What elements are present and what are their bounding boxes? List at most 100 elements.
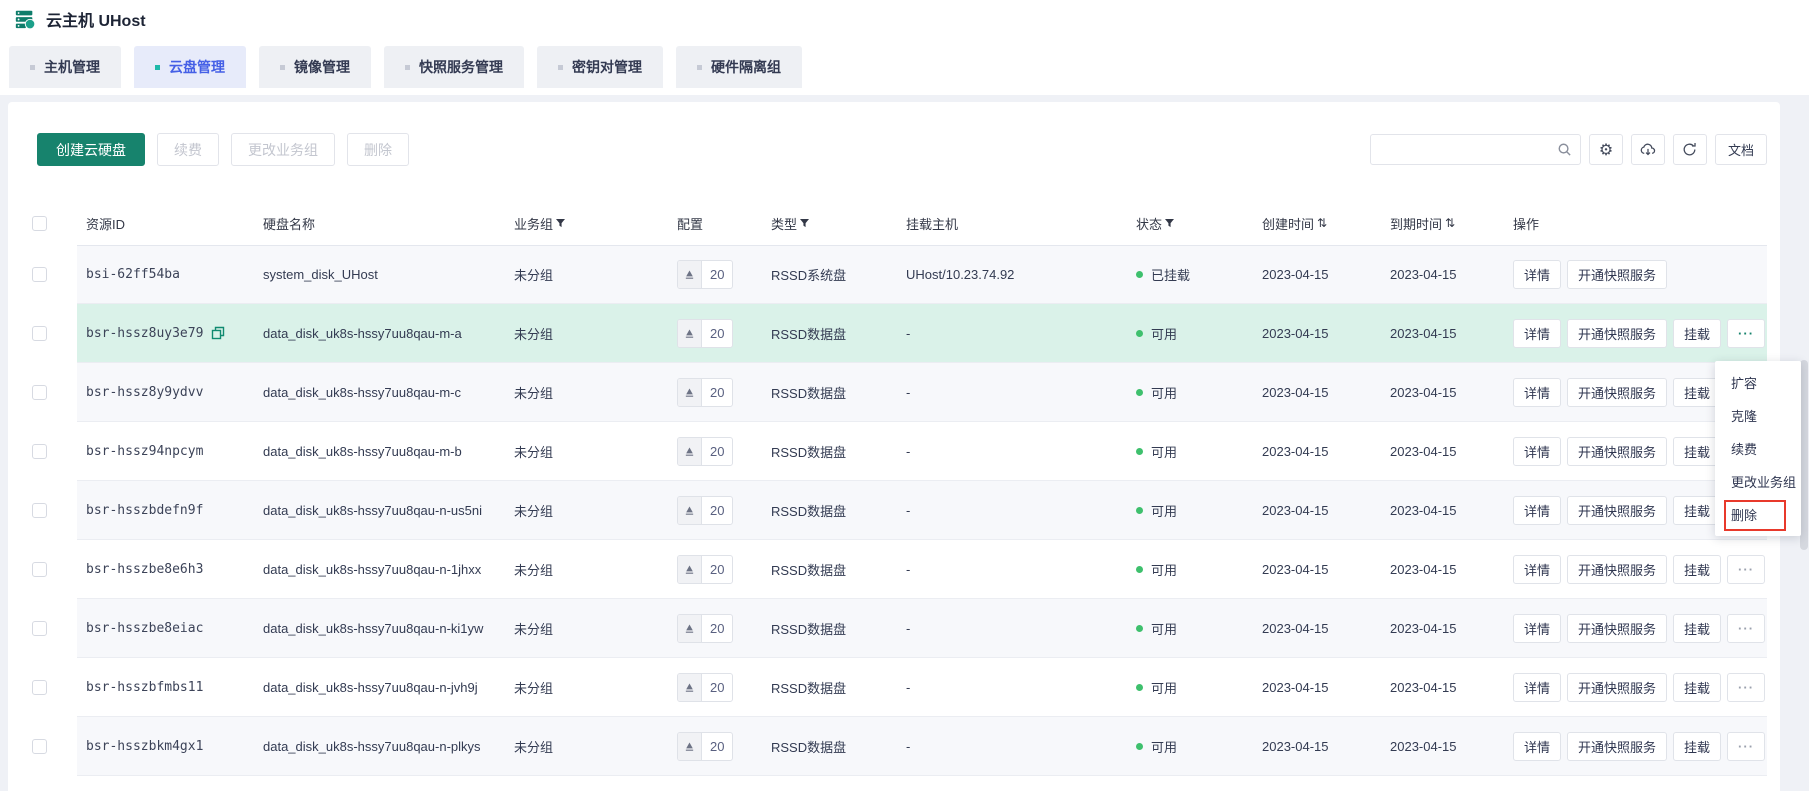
row-action-button[interactable]: 详情 (1513, 378, 1561, 407)
row-action-button[interactable]: 详情 (1513, 732, 1561, 761)
cloud-download-icon (1639, 141, 1657, 159)
row-checkbox[interactable] (32, 562, 47, 577)
row-action-button[interactable]: 详情 (1513, 614, 1561, 643)
tab-快照服务管理[interactable]: 快照服务管理 (384, 46, 524, 88)
delete-button[interactable]: 删除 (347, 133, 409, 166)
vertical-scrollbar-thumb[interactable] (1800, 360, 1808, 550)
filter-funnel-icon[interactable] (800, 219, 809, 228)
filter-funnel-icon[interactable] (556, 219, 565, 228)
change-business-group-button[interactable]: 更改业务组 (231, 133, 335, 166)
create-disk-button[interactable]: 创建云硬盘 (37, 133, 145, 166)
disk-type-cell: RSSD数据盘 (771, 560, 906, 579)
row-action-button[interactable]: 详情 (1513, 496, 1561, 525)
context-menu-item[interactable]: 更改业务组 (1715, 465, 1801, 498)
row-action-button[interactable]: 开通快照服务 (1567, 378, 1667, 407)
row-action-button[interactable]: 开通快照服务 (1567, 614, 1667, 643)
select-all-checkbox[interactable] (32, 216, 47, 231)
context-menu-item[interactable]: 克隆 (1715, 399, 1801, 432)
settings-button[interactable]: ⚙ (1589, 134, 1623, 165)
row-action-button[interactable]: 开通快照服务 (1567, 673, 1667, 702)
row-checkbox[interactable] (32, 621, 47, 636)
row-action-button[interactable]: 挂载 (1673, 319, 1721, 348)
expire-date: 2023-04-15 (1390, 680, 1457, 695)
sort-arrows-icon[interactable]: ⇅ (1445, 216, 1455, 230)
row-body: bsr-hsszbfmbs11 data_disk_uk8s-hssy7uu8q… (77, 658, 1767, 717)
tab-密钥对管理[interactable]: 密钥对管理 (537, 46, 663, 88)
row-checkbox[interactable] (32, 680, 47, 695)
column-header-group[interactable]: 业务组 (514, 214, 659, 233)
created-date: 2023-04-15 (1262, 621, 1329, 636)
more-actions-button[interactable]: ··· (1727, 319, 1765, 348)
renew-button[interactable]: 续费 (157, 133, 219, 166)
status-cell: 可用 (1136, 678, 1262, 697)
column-header-type[interactable]: 类型 (771, 214, 906, 233)
tab-label: 快照服务管理 (419, 57, 503, 77)
row-action-button[interactable]: 详情 (1513, 319, 1561, 348)
created-date: 2023-04-15 (1262, 444, 1329, 459)
tab-镜像管理[interactable]: 镜像管理 (259, 46, 371, 88)
sort-arrows-icon[interactable]: ⇅ (1317, 216, 1327, 230)
more-actions-button[interactable]: ··· (1727, 732, 1765, 761)
row-action-button[interactable]: 开通快照服务 (1567, 496, 1667, 525)
resource-id-cell: bsr-hssz8y9ydvv (77, 385, 263, 400)
row-action-button[interactable]: 开通快照服务 (1567, 555, 1667, 584)
refresh-button[interactable] (1673, 134, 1707, 165)
column-label: 资源ID (86, 214, 125, 233)
tab-主机管理[interactable]: 主机管理 (9, 46, 121, 88)
row-action-button[interactable]: 挂载 (1673, 555, 1721, 584)
row-action-button[interactable]: 详情 (1513, 673, 1561, 702)
disk-type: RSSD数据盘 (771, 737, 846, 756)
disk-type-cell: RSSD系统盘 (771, 265, 906, 284)
more-actions-button[interactable]: ··· (1727, 614, 1765, 643)
row-checkbox[interactable] (32, 444, 47, 459)
row-action-button[interactable]: 挂载 (1673, 496, 1721, 525)
row-action-button[interactable]: 开通快照服务 (1567, 732, 1667, 761)
row-actions: 详情开通快照服务挂载··· (1513, 614, 1767, 643)
status-cell: 可用 (1136, 619, 1262, 638)
column-header-status[interactable]: 状态 (1136, 214, 1262, 233)
tab-云盘管理[interactable]: 云盘管理 (134, 46, 246, 88)
more-actions-button[interactable]: ··· (1727, 555, 1765, 584)
disk-name: data_disk_uk8s-hssy7uu8qau-n-us5ni (263, 503, 482, 518)
config-cell: 20 (659, 614, 771, 643)
row-checkbox[interactable] (32, 385, 47, 400)
row-select-cell (32, 363, 77, 422)
disk-name: data_disk_uk8s-hssy7uu8qau-n-ki1yw (263, 621, 483, 636)
expire-date: 2023-04-15 (1390, 326, 1457, 341)
row-action-button[interactable]: 挂载 (1673, 732, 1721, 761)
page-title: 云主机 UHost (46, 7, 146, 31)
row-checkbox[interactable] (32, 503, 47, 518)
row-action-button[interactable]: 挂载 (1673, 437, 1721, 466)
row-action-button[interactable]: 详情 (1513, 260, 1561, 289)
disk-size-badge: 20 (677, 437, 733, 466)
row-action-button[interactable]: 详情 (1513, 437, 1561, 466)
search-input[interactable] (1370, 134, 1581, 165)
status-cell: 已挂载 (1136, 265, 1262, 284)
row-checkbox[interactable] (32, 326, 47, 341)
download-button[interactable] (1631, 134, 1665, 165)
row-actions: 详情开通快照服务挂载··· (1513, 555, 1767, 584)
context-menu-item[interactable]: 扩容 (1715, 366, 1801, 399)
more-actions-button[interactable]: ··· (1727, 673, 1765, 702)
row-action-button[interactable]: 挂载 (1673, 673, 1721, 702)
row-action-button[interactable]: 开通快照服务 (1567, 437, 1667, 466)
copy-icon[interactable] (211, 326, 225, 340)
row-checkbox[interactable] (32, 739, 47, 754)
tab-label: 密钥对管理 (572, 57, 642, 77)
attached-host: - (906, 385, 910, 400)
row-action-button[interactable]: 开通快照服务 (1567, 260, 1667, 289)
filter-funnel-icon[interactable] (1165, 219, 1174, 228)
row-action-button[interactable]: 开通快照服务 (1567, 319, 1667, 348)
attached-host: - (906, 739, 910, 754)
disk-type: RSSD数据盘 (771, 501, 846, 520)
column-header-created[interactable]: 创建时间 ⇅ (1262, 214, 1390, 233)
row-action-button[interactable]: 详情 (1513, 555, 1561, 584)
row-checkbox[interactable] (32, 267, 47, 282)
context-menu-item[interactable]: 删除 (1715, 498, 1801, 531)
tab-硬件隔离组[interactable]: 硬件隔离组 (676, 46, 802, 88)
column-header-expire[interactable]: 到期时间 ⇅ (1390, 214, 1513, 233)
context-menu-item[interactable]: 续费 (1715, 432, 1801, 465)
row-action-button[interactable]: 挂载 (1673, 378, 1721, 407)
docs-button[interactable]: 文档 (1715, 134, 1767, 165)
row-action-button[interactable]: 挂载 (1673, 614, 1721, 643)
